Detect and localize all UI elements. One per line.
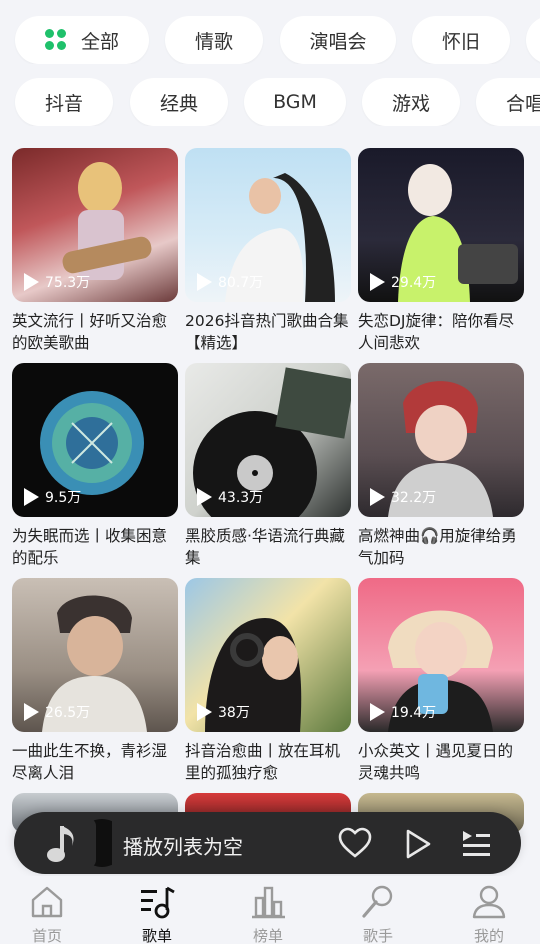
play-count-text: 80.7万	[218, 275, 264, 291]
play-icon	[24, 273, 39, 291]
grid-icon	[44, 29, 67, 51]
playlist-title[interactable]: 英文流行丨好听又治愈的欧美歌曲	[12, 310, 178, 354]
playlist-title[interactable]: 抖音治愈曲丨放在耳机里的孤独疗愈	[185, 740, 351, 784]
play-icon	[370, 273, 385, 291]
playlist-card[interactable]: 29.4万 失恋DJ旋律：陪你看尽人间悲欢	[358, 148, 524, 354]
chip-douyin[interactable]: 抖音	[15, 78, 113, 126]
chip-game[interactable]: 游戏	[362, 78, 460, 126]
play-count-text: 26.5万	[45, 705, 91, 721]
playlist-cover[interactable]: 29.4万	[358, 148, 524, 302]
chip-more[interactable]	[526, 16, 540, 64]
chip-bgm[interactable]: BGM	[244, 78, 346, 126]
play-count: 19.4万	[370, 702, 436, 722]
play-icon	[24, 488, 39, 506]
user-icon	[472, 885, 506, 919]
playlist-card[interactable]: 38万 抖音治愈曲丨放在耳机里的孤独疗愈	[185, 578, 351, 784]
playlist-title[interactable]: 2026抖音热门歌曲合集【精选】	[185, 310, 351, 354]
chip-label: 经典	[159, 92, 198, 115]
playlist-cover[interactable]: 9.5万	[12, 363, 178, 517]
play-count: 43.3万	[197, 487, 263, 507]
chip-nostalgia[interactable]: 怀旧	[412, 16, 510, 64]
playlist-title[interactable]: 失恋DJ旋律：陪你看尽人间悲欢	[358, 310, 524, 354]
playlist-card[interactable]: 43.3万 黑胶质感·华语流行典藏集	[185, 363, 351, 569]
play-count-text: 32.2万	[391, 490, 437, 506]
play-count: 80.7万	[197, 272, 263, 292]
play-count-text: 29.4万	[391, 275, 437, 291]
chip-label: BGM	[273, 91, 317, 113]
play-icon	[197, 703, 212, 721]
tab-home[interactable]: 首页	[7, 884, 87, 944]
playlist-cover[interactable]: 43.3万	[185, 363, 351, 517]
home-icon	[31, 886, 63, 918]
playlist-queue-icon[interactable]	[458, 826, 494, 862]
microphone-icon	[362, 885, 393, 918]
playlist-cover[interactable]: 19.4万	[358, 578, 524, 732]
play-count: 32.2万	[370, 487, 436, 507]
playlist-cover[interactable]: 32.2万	[358, 363, 524, 517]
tab-label: 我的	[473, 927, 504, 944]
music-note-icon	[38, 818, 112, 868]
chip-classic[interactable]: 经典	[130, 78, 228, 126]
tab-playlist[interactable]: 歌单	[117, 884, 197, 944]
playlist-title[interactable]: 为失眠而选丨收集困意的配乐	[12, 525, 178, 569]
playlist-title[interactable]: 高燃神曲🎧用旋律给勇气加码	[358, 525, 524, 569]
chip-label: 全部	[80, 30, 119, 53]
play-count-text: 43.3万	[218, 490, 264, 506]
playlist-title[interactable]: 小众英文丨遇见夏日的灵魂共鸣	[358, 740, 524, 784]
chip-label: 游戏	[391, 92, 430, 115]
chip-all[interactable]: 全部	[15, 16, 149, 64]
mini-player[interactable]: 播放列表为空	[14, 812, 521, 874]
tab-label: 首页	[31, 927, 62, 944]
play-count-text: 38万	[218, 705, 250, 721]
chart-icon	[252, 886, 285, 919]
playlist-card[interactable]: 26.5万 一曲此生不换，青衫湿尽离人泪	[12, 578, 178, 784]
play-icon[interactable]	[399, 826, 435, 862]
play-icon	[370, 488, 385, 506]
play-count: 38万	[197, 702, 250, 722]
play-count-text: 9.5万	[45, 490, 82, 506]
heart-icon[interactable]	[337, 826, 373, 862]
play-icon	[370, 703, 385, 721]
playlist-icon	[141, 886, 175, 919]
player-title: 播放列表为空	[123, 835, 243, 859]
chip-love-songs[interactable]: 情歌	[165, 16, 263, 64]
category-chips-row-2: 抖音 经典 BGM 游戏 合唱	[0, 78, 540, 126]
chip-label: 合唱	[506, 92, 540, 115]
playlist-card[interactable]: 32.2万 高燃神曲🎧用旋律给勇气加码	[358, 363, 524, 569]
playlist-card[interactable]: 80.7万 2026抖音热门歌曲合集【精选】	[185, 148, 351, 354]
play-count-text: 19.4万	[391, 705, 437, 721]
play-count: 75.3万	[24, 272, 90, 292]
playlist-cover[interactable]: 75.3万	[12, 148, 178, 302]
chip-label: 抖音	[44, 92, 83, 115]
playlist-card[interactable]: 19.4万 小众英文丨遇见夏日的灵魂共鸣	[358, 578, 524, 784]
category-chips-row-1: 全部 情歌 演唱会 怀旧	[0, 16, 540, 64]
tab-singers[interactable]: 歌手	[338, 884, 418, 944]
play-icon	[197, 273, 212, 291]
playlist-card[interactable]: 9.5万 为失眠而选丨收集困意的配乐	[12, 363, 178, 569]
chip-chorus[interactable]: 合唱	[476, 78, 540, 126]
bottom-tab-bar: 首页 歌单 榜单 歌手 我的	[0, 876, 540, 944]
play-count: 9.5万	[24, 487, 81, 507]
playlist-title[interactable]: 一曲此生不换，青衫湿尽离人泪	[12, 740, 178, 784]
play-count: 26.5万	[24, 702, 90, 722]
tab-label: 歌单	[141, 927, 172, 944]
tab-mine[interactable]: 我的	[449, 884, 529, 944]
play-count-text: 75.3万	[45, 275, 91, 291]
tab-label: 歌手	[362, 927, 393, 944]
playlist-cover[interactable]: 38万	[185, 578, 351, 732]
playlist-title[interactable]: 黑胶质感·华语流行典藏集	[185, 525, 351, 569]
tab-label: 榜单	[252, 927, 283, 944]
playlist-cover[interactable]: 26.5万	[12, 578, 178, 732]
playlist-card[interactable]: 75.3万 英文流行丨好听又治愈的欧美歌曲	[12, 148, 178, 354]
chip-concert[interactable]: 演唱会	[280, 16, 396, 64]
chip-label: 怀旧	[441, 30, 480, 53]
playlist-cover[interactable]: 80.7万	[185, 148, 351, 302]
tab-charts[interactable]: 榜单	[228, 884, 308, 944]
chip-label: 演唱会	[309, 30, 367, 53]
chip-label: 情歌	[194, 30, 233, 53]
play-icon	[197, 488, 212, 506]
play-icon	[24, 703, 39, 721]
play-count: 29.4万	[370, 272, 436, 292]
